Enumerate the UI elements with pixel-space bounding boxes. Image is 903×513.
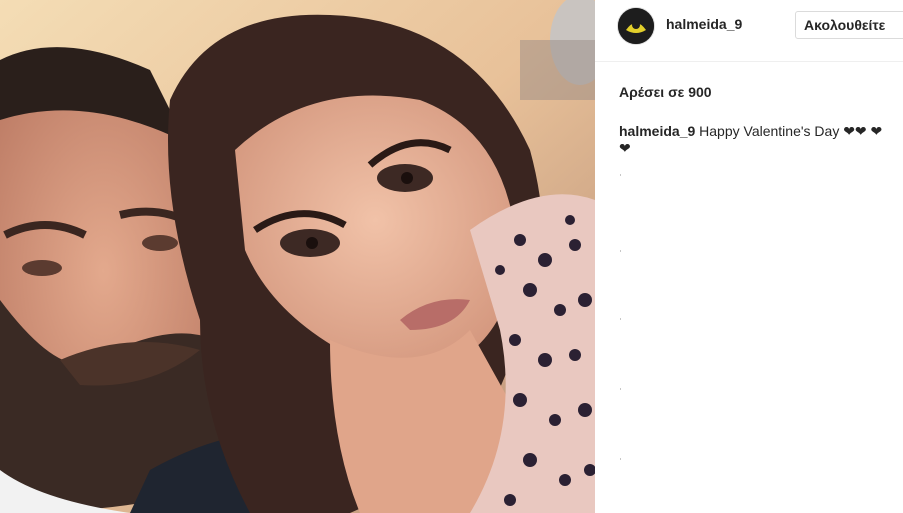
comments-divider bbox=[620, 168, 622, 508]
avatar-emblem-icon bbox=[618, 8, 654, 44]
selfie-photo-illustration bbox=[0, 0, 595, 513]
likes-count[interactable]: Αρέσει σε 900 bbox=[619, 84, 712, 100]
post-username[interactable]: halmeida_9 bbox=[666, 16, 742, 32]
caption-username[interactable]: halmeida_9 bbox=[619, 123, 695, 139]
post-side-panel: halmeida_9 Ακολουθείτε Αρέσει σε 900 hal… bbox=[595, 0, 903, 513]
avatar[interactable] bbox=[617, 7, 655, 45]
post-caption: halmeida_9 Happy Valentine's Day ❤❤ ❤❤ bbox=[619, 123, 889, 157]
following-button[interactable]: Ακολουθείτε bbox=[795, 11, 903, 39]
post-photo[interactable] bbox=[0, 0, 595, 513]
post-header: halmeida_9 Ακολουθείτε bbox=[595, 0, 903, 62]
